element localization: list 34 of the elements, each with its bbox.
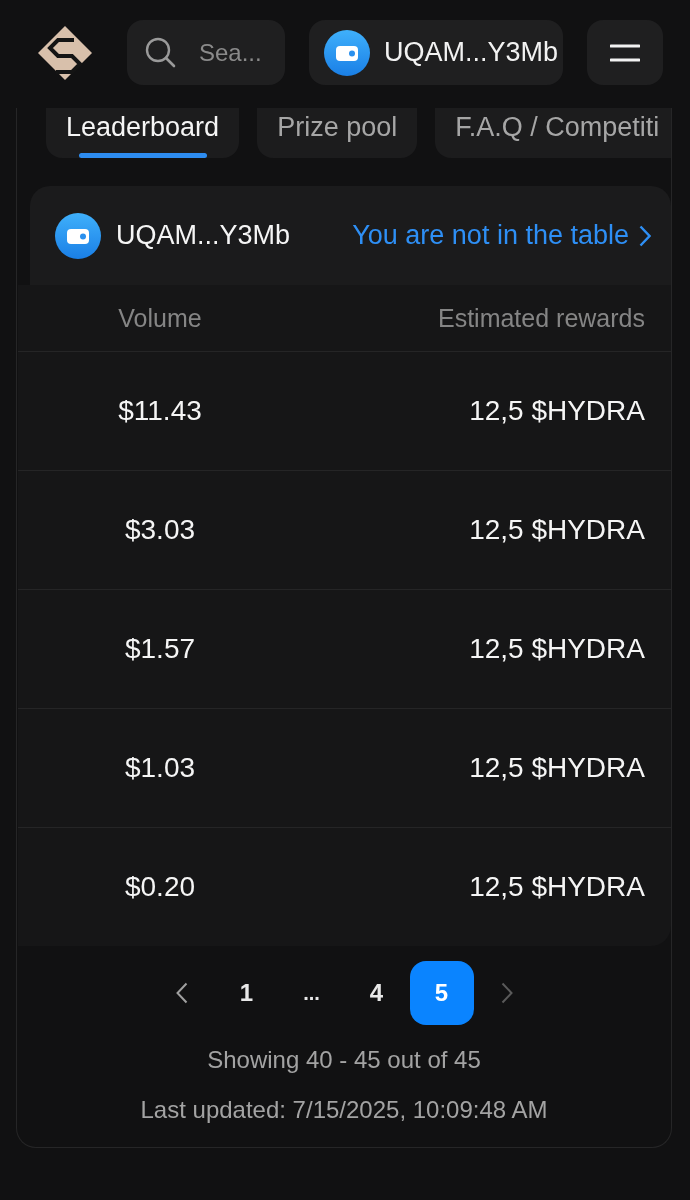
page-button[interactable]: 5: [409, 961, 474, 1025]
chevron-right-icon: [639, 224, 651, 247]
logo-icon: [38, 26, 92, 80]
chevron-left-icon: [175, 982, 188, 1004]
table-cell-text: $3.03: [123, 514, 197, 546]
page-ellipsis: ...: [302, 980, 321, 1006]
search-field[interactable]: Sea...: [127, 20, 285, 85]
wallet-address: UQAM...Y3Mb: [116, 220, 291, 251]
tab[interactable]: F.A.Q / Competiti: [435, 108, 671, 158]
wallet-icon: [324, 29, 370, 76]
wallet-button[interactable]: UQAM...Y3Mb: [309, 20, 563, 85]
last-updated-text: Last updated: 7/15/2025, 10:09:48 AM: [139, 1095, 549, 1125]
not-in-table-link[interactable]: You are not in the table: [352, 220, 651, 251]
column-header: Volume: [117, 303, 203, 333]
search-icon: [144, 36, 176, 68]
table-cell-text: $0.20: [123, 871, 197, 903]
column-header: Estimated rewards: [437, 303, 646, 333]
page-button[interactable]: 1: [214, 961, 279, 1025]
table-cell-text: $1.57: [123, 633, 197, 665]
wallet-icon: [55, 212, 101, 259]
table-cell-text: $1.03: [123, 752, 197, 784]
table-cell-text: 12,5 $HYDRA: [469, 633, 646, 665]
table-cell-text: 12,5 $HYDRA: [469, 871, 646, 903]
results-summary: Showing 40 - 45 out of 45: [206, 1045, 482, 1075]
menu-icon: [610, 43, 640, 62]
page-button[interactable]: 4: [344, 961, 409, 1025]
menu-button[interactable]: [587, 20, 663, 85]
table-cell-text: 12,5 $HYDRA: [469, 395, 646, 427]
tab[interactable]: Leaderboard: [46, 108, 240, 158]
table-cell-text: 12,5 $HYDRA: [469, 752, 646, 784]
tab[interactable]: Prize pool: [257, 108, 418, 158]
chevron-right-icon: [500, 982, 513, 1004]
table-cell-text: 12,5 $HYDRA: [469, 514, 646, 546]
table-cell-text: $11.43: [117, 395, 203, 427]
